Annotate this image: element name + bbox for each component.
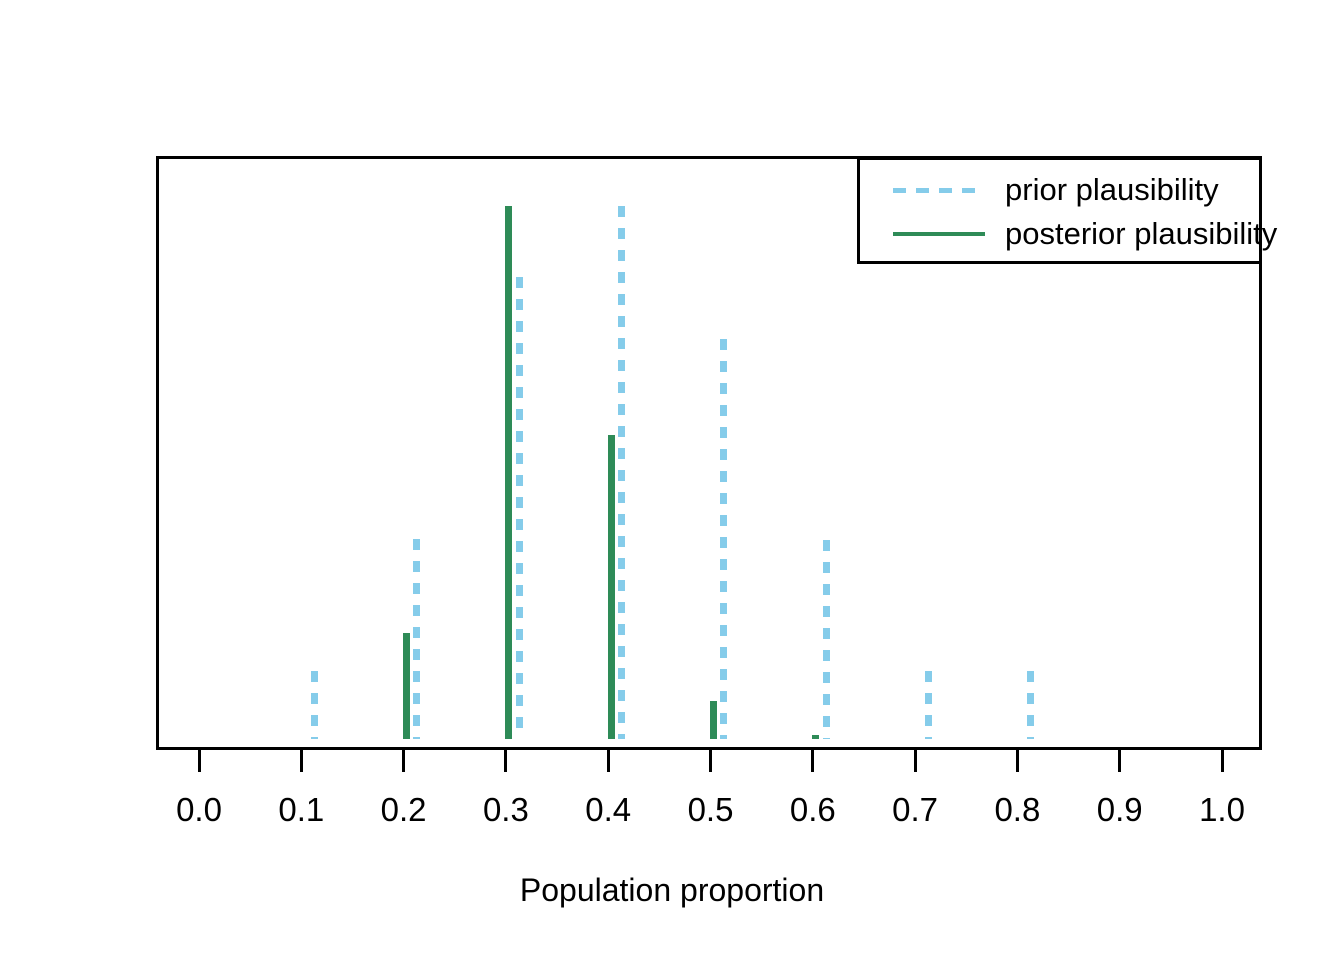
x-tick-label-1.0: 1.0 xyxy=(1199,791,1245,828)
x-tick-0.4 xyxy=(606,750,610,772)
x-tick-label-0.9: 0.9 xyxy=(1096,791,1143,828)
legend-entry-prior: prior plausibility xyxy=(860,168,1259,212)
x-tick-label-0.7: 0.7 xyxy=(892,791,939,828)
x-tick-label-0.2: 0.2 xyxy=(380,791,427,828)
x-tick-label-0.1: 0.1 xyxy=(278,791,325,828)
legend-line-sample-posterior-icon xyxy=(893,232,985,236)
bar-prior-0.71 xyxy=(924,670,932,739)
x-tick-0.1 xyxy=(299,750,303,772)
x-tick-1.0 xyxy=(1220,750,1224,772)
x-tick-label-0.5: 0.5 xyxy=(687,791,734,828)
x-tick-0.7 xyxy=(913,750,917,772)
legend-label-prior: prior plausibility xyxy=(1005,172,1219,207)
x-tick-0.5 xyxy=(709,750,712,772)
bar-prior-0.11 xyxy=(311,670,319,739)
legend-entry-posterior: posterior plausibility xyxy=(860,212,1277,256)
bar-posterior-0.5 xyxy=(710,701,717,739)
chart-figure: 0.0 0.1 0.2 0.3 0.4 0.5 0.6 0.7 0.8 0.9 1.0 Popula… xyxy=(0,0,1344,960)
x-tick-label-0.0: 0.0 xyxy=(176,791,222,828)
x-tick-0.0 xyxy=(197,750,201,772)
bar-prior-0.51 xyxy=(720,338,728,739)
bar-posterior-0.4 xyxy=(607,434,615,739)
bar-posterior-0.3 xyxy=(505,205,513,739)
x-tick-label-0.6: 0.6 xyxy=(789,791,836,828)
x-tick-label-0.3: 0.3 xyxy=(482,791,529,828)
x-axis-title: Population proportion xyxy=(519,872,825,908)
x-tick-0.9 xyxy=(1118,750,1122,772)
x-tick-label-0.8: 0.8 xyxy=(994,791,1041,828)
x-tick-0.2 xyxy=(402,750,406,772)
bar-prior-0.21 xyxy=(413,538,421,739)
bar-prior-0.31 xyxy=(515,276,523,739)
bar-prior-0.81 xyxy=(1027,670,1035,739)
legend-label-posterior: posterior plausibility xyxy=(1005,216,1278,251)
x-axis: 0.0 0.1 0.2 0.3 0.4 0.5 0.6 0.7 0.8 0.9 1.0 xyxy=(156,750,1262,828)
x-tick-label-0.4: 0.4 xyxy=(585,791,632,828)
bar-posterior-0.6 xyxy=(812,735,820,739)
bar-prior-0.41 xyxy=(617,205,625,739)
x-tick-0.3 xyxy=(504,750,508,772)
bar-prior-0.61 xyxy=(822,539,830,739)
chart-legend: prior plausibility posterior plausibilit… xyxy=(857,157,1277,264)
x-tick-0.6 xyxy=(811,750,815,772)
legend-line-sample-prior-icon xyxy=(893,187,985,193)
x-tick-0.8 xyxy=(1015,750,1019,772)
bar-posterior-0.2 xyxy=(403,632,411,739)
